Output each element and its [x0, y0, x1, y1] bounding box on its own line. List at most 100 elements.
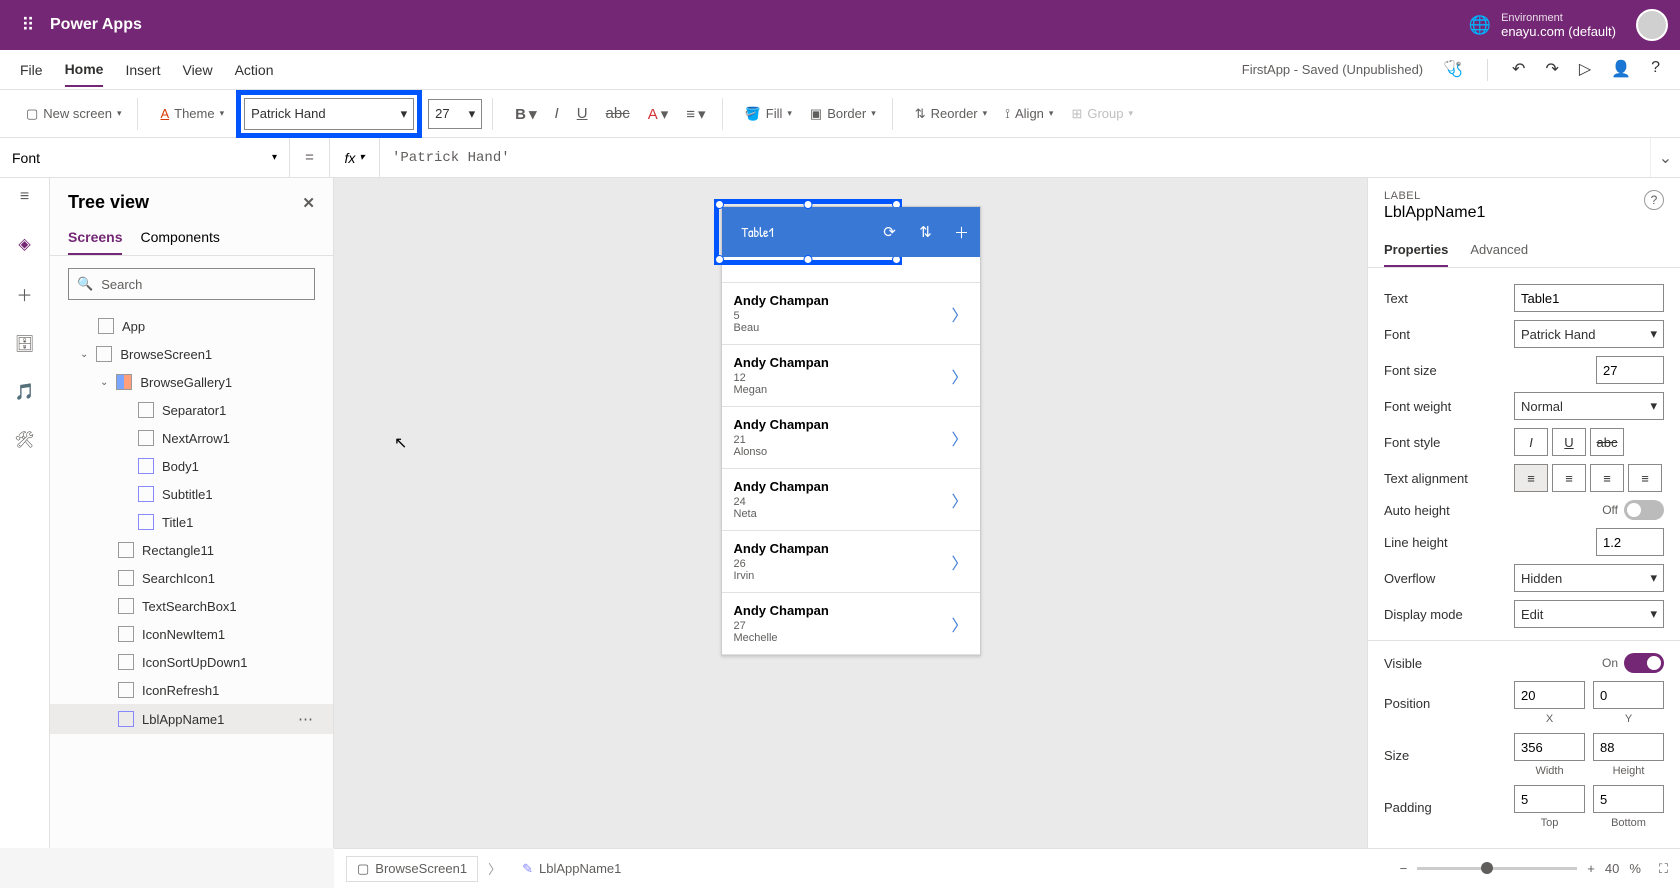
fx-button[interactable]: fx▾: [330, 138, 380, 177]
property-selector[interactable]: Font ▾: [0, 138, 290, 177]
redo-icon[interactable]: ↷: [1545, 59, 1558, 81]
chevron-right-icon[interactable]: 〉: [951, 302, 967, 326]
visible-toggle[interactable]: [1624, 653, 1664, 673]
font-select[interactable]: Patrick Hand ▾: [244, 98, 414, 130]
play-icon[interactable]: ▷: [1579, 59, 1591, 81]
zoom-out-button[interactable]: −: [1400, 861, 1408, 876]
auto-height-toggle[interactable]: [1624, 500, 1664, 520]
chevron-right-icon[interactable]: 〉: [951, 426, 967, 450]
strikethrough-button[interactable]: abc: [600, 105, 636, 122]
tree-item-browsegallery1[interactable]: ⌄BrowseGallery1: [50, 368, 333, 396]
formula-input[interactable]: 'Patrick Hand': [380, 138, 1650, 177]
tree-view-icon[interactable]: ◈: [18, 234, 30, 254]
undo-icon[interactable]: ↶: [1512, 59, 1525, 81]
align-justify-button[interactable]: ≡: [1628, 464, 1662, 492]
more-icon[interactable]: ⋯: [298, 710, 323, 728]
padding-top-input[interactable]: [1514, 785, 1585, 813]
tree-item-textsearchbox1[interactable]: TextSearchBox1: [50, 592, 333, 620]
share-icon[interactable]: 👤: [1611, 59, 1631, 81]
tree-item-subtitle1[interactable]: Subtitle1: [50, 480, 333, 508]
align-center-button[interactable]: ≡: [1552, 464, 1586, 492]
gallery-row[interactable]: Andy Champan26Irvin〉: [722, 531, 980, 593]
breadcrumb-screen[interactable]: ▢ BrowseScreen1: [346, 856, 478, 882]
reorder-button[interactable]: ⇅ Reorder▾: [909, 102, 993, 126]
gallery-row[interactable]: Andy Champan5Beau〉: [722, 283, 980, 345]
pos-y-input[interactable]: [1593, 681, 1664, 709]
insert-icon[interactable]: ＋: [16, 282, 32, 306]
group-button[interactable]: ⊞ Group▾: [1065, 102, 1139, 126]
tab-advanced[interactable]: Advanced: [1470, 234, 1528, 267]
tree-item-iconrefresh1[interactable]: IconRefresh1: [50, 676, 333, 704]
line-height-input[interactable]: [1596, 528, 1664, 556]
tree-item-separator1[interactable]: Separator1: [50, 396, 333, 424]
menu-home[interactable]: Home: [65, 53, 104, 87]
tree-item-iconsortupdown1[interactable]: IconSortUpDown1: [50, 648, 333, 676]
font-weight-select[interactable]: Normal▾: [1514, 392, 1664, 420]
align-left-button[interactable]: ≡: [1514, 464, 1548, 492]
tree-item-body1[interactable]: Body1: [50, 452, 333, 480]
font-size-input[interactable]: [1596, 356, 1664, 384]
strike-toggle[interactable]: abc: [1590, 428, 1624, 456]
menu-insert[interactable]: Insert: [125, 54, 160, 86]
italic-toggle[interactable]: I: [1514, 428, 1548, 456]
menu-file[interactable]: File: [20, 54, 43, 86]
refresh-icon[interactable]: ⟳: [872, 207, 908, 257]
data-icon[interactable]: 🗄: [14, 334, 34, 354]
formula-expand-icon[interactable]: ⌄: [1650, 138, 1680, 177]
zoom-in-button[interactable]: +: [1587, 861, 1595, 876]
new-screen-button[interactable]: ▢ New screen ▾: [20, 102, 127, 126]
tree-item-browsescreen1[interactable]: ⌄BrowseScreen1: [50, 340, 333, 368]
width-input[interactable]: [1514, 733, 1585, 761]
help-icon[interactable]: ?: [1644, 190, 1664, 210]
underline-toggle[interactable]: U: [1552, 428, 1586, 456]
hamburger-icon[interactable]: ≡: [20, 188, 29, 206]
chevron-right-icon[interactable]: 〉: [951, 488, 967, 512]
user-avatar[interactable]: [1636, 9, 1668, 41]
height-input[interactable]: [1593, 733, 1664, 761]
fit-icon[interactable]: ⛶: [1659, 861, 1668, 877]
bold-button[interactable]: B▾: [509, 105, 542, 123]
theme-button[interactable]: A Theme ▾: [154, 102, 230, 125]
tree-item-searchicon1[interactable]: SearchIcon1: [50, 564, 333, 592]
menu-action[interactable]: Action: [235, 54, 274, 86]
padding-bottom-input[interactable]: [1593, 785, 1664, 813]
gallery-row[interactable]: Andy Champan27Mechelle〉: [722, 593, 980, 655]
tree-item-iconnewitem1[interactable]: IconNewItem1: [50, 620, 333, 648]
sort-icon[interactable]: ⇅: [908, 207, 944, 257]
tree-item-lblappname1[interactable]: LblAppName1⋯: [50, 704, 333, 734]
help-icon[interactable]: ?: [1651, 59, 1660, 81]
chevron-right-icon[interactable]: 〉: [951, 612, 967, 636]
tools-icon[interactable]: 🛠: [14, 430, 34, 450]
menu-view[interactable]: View: [182, 54, 212, 86]
overflow-select[interactable]: Hidden▾: [1514, 564, 1664, 592]
app-checker-icon[interactable]: 🩺: [1443, 59, 1463, 81]
chevron-right-icon[interactable]: 〉: [951, 550, 967, 574]
fill-button[interactable]: 🪣 Fill▾: [739, 102, 798, 126]
text-input[interactable]: [1514, 284, 1664, 312]
italic-button[interactable]: I: [549, 105, 565, 122]
align-right-button[interactable]: ≡: [1590, 464, 1624, 492]
close-icon[interactable]: ✕: [302, 194, 315, 212]
font-size-select[interactable]: 27 ▾: [428, 99, 482, 129]
tree-item-nextarrow1[interactable]: NextArrow1: [50, 424, 333, 452]
tab-screens[interactable]: Screens: [68, 221, 122, 255]
tab-components[interactable]: Components: [140, 221, 219, 255]
tree-item-title1[interactable]: Title1: [50, 508, 333, 536]
pos-x-input[interactable]: [1514, 681, 1585, 709]
title-label[interactable]: Table1: [732, 223, 774, 242]
tree-item-rectangle11[interactable]: Rectangle11: [50, 536, 333, 564]
font-color-button[interactable]: A▾: [642, 105, 675, 123]
font-select-prop[interactable]: Patrick Hand▾: [1514, 320, 1664, 348]
canvas[interactable]: ↖ Table1 ⟳ ⇅ ＋ Andy Champan5Beau〉Andy Ch…: [334, 178, 1368, 848]
waffle-icon[interactable]: ⠿: [12, 9, 44, 41]
align-button[interactable]: ⟟ Align▾: [999, 102, 1059, 126]
tree-search-input[interactable]: 🔍 Search: [68, 268, 315, 300]
tab-properties[interactable]: Properties: [1384, 234, 1448, 267]
display-mode-select[interactable]: Edit▾: [1514, 600, 1664, 628]
add-icon[interactable]: ＋: [944, 207, 980, 257]
chevron-right-icon[interactable]: 〉: [951, 364, 967, 388]
text-align-button[interactable]: ≡▾: [680, 105, 711, 123]
gallery-row[interactable]: Andy Champan24Neta〉: [722, 469, 980, 531]
zoom-slider[interactable]: [1417, 867, 1577, 870]
underline-button[interactable]: U: [571, 105, 594, 122]
